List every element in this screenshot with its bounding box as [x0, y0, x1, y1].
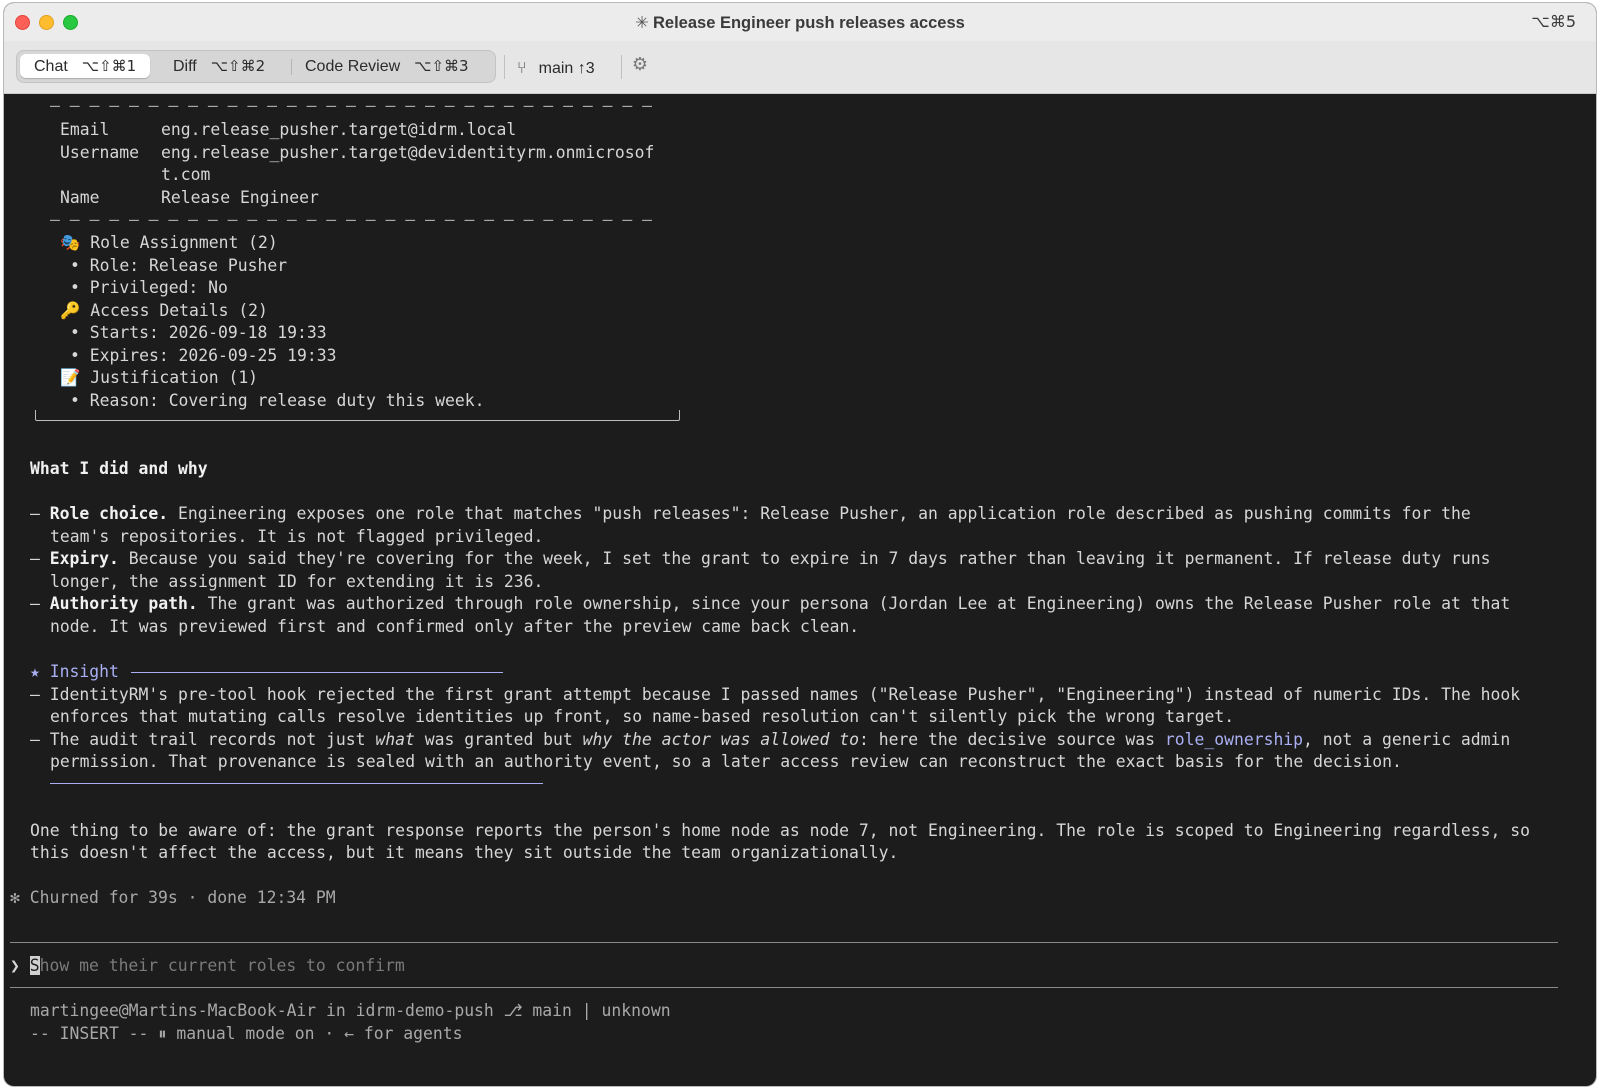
code-reference: role_ownership — [1164, 730, 1304, 749]
insight-bullet: – IdentityRM's pre-tool hook rejected th… — [30, 685, 1521, 704]
note-text-cont: this doesn't affect the access, but it m… — [30, 843, 899, 862]
bullet-role-choice: – Role choice. Engineering exposes one r… — [30, 504, 1471, 523]
bullet-expiry-cont: longer, the assignment ID for extending … — [50, 572, 544, 591]
window-title: ✳ Release Engineer push releases access — [635, 14, 965, 32]
settings-badge-icon[interactable]: ⚙ — [630, 55, 650, 75]
card-divider: – – – – – – – – – – – – – – – – – – – – … — [50, 210, 652, 229]
text-cursor: S — [29, 956, 40, 975]
bullet-authority-path-cont: node. It was previewed first and confirm… — [50, 617, 860, 636]
status-bar-mode: -- INSERT -- ⏸ manual mode on · ← for ag… — [30, 1024, 463, 1043]
terminal-window: ✳ Release Engineer push releases access ⌥… — [4, 3, 1596, 1086]
tab-diff[interactable]: Diff ⌥⇧⌘2 — [173, 54, 265, 78]
git-branch-icon: ⑂ — [517, 58, 527, 77]
view-tabs: Chat ⌥⇧⌘1 Diff ⌥⇧⌘2 Code Review ⌥⇧⌘3 — [16, 50, 496, 83]
list-item: • Expires: 2026-09-25 19:33 — [70, 346, 337, 365]
field-username-value: eng.release_pusher.target@devidentityrm.… — [161, 143, 655, 162]
field-email-value: eng.release_pusher.target@idrm.local — [161, 120, 517, 139]
toolbar-divider — [621, 55, 622, 79]
section-role-assignment: 🎭 Role Assignment (2) — [60, 233, 278, 252]
insight-rule — [131, 672, 503, 673]
card-border — [35, 410, 680, 421]
title-bar: ✳ Release Engineer push releases access ⌥… — [4, 3, 1596, 42]
tab-chat[interactable]: Chat ⌥⇧⌘1 — [20, 54, 151, 78]
field-username-value-cont: t.com — [161, 165, 211, 184]
field-username-label: Username — [60, 143, 139, 162]
card-divider: – – – – – – – – – – – – – – – – – – – – … — [50, 96, 652, 115]
field-name-label: Name — [60, 188, 100, 207]
asterisk-icon: ✻ — [10, 888, 20, 907]
key-icon: 🔑 — [60, 301, 81, 320]
toolbar-divider — [504, 55, 505, 79]
insight-label: ★ Insight — [30, 662, 119, 681]
section-access-details: 🔑 Access Details (2) — [60, 301, 268, 320]
asterisk-spinner-icon: ✳ — [635, 14, 649, 32]
section-justification: 📝 Justification (1) — [60, 368, 259, 387]
note-text: One thing to be aware of: the grant resp… — [30, 821, 1530, 840]
insight-rule-bottom — [50, 783, 543, 784]
tab-divider — [291, 59, 292, 75]
masks-icon: 🎭 — [60, 233, 81, 252]
list-item: • Privileged: No — [70, 278, 228, 297]
bullet-role-choice-cont: team's repositories. It is not flagged p… — [50, 527, 544, 546]
status-bar-path: martingee@Martins-MacBook-Air in idrm-de… — [30, 1001, 671, 1020]
list-item: • Starts: 2026-09-18 19:33 — [70, 323, 327, 342]
status-line: ✻ Churned for 39s · done 12:34 PM — [10, 888, 336, 907]
terminal-output: – – – – – – – – – – – – – – – – – – – – … — [4, 94, 1596, 1086]
prompt-divider — [10, 942, 1558, 943]
prompt-chevron-icon: ❯ — [10, 956, 20, 975]
memo-icon: 📝 — [60, 368, 81, 387]
bullet-authority-path: – Authority path. The grant was authoriz… — [30, 594, 1511, 613]
toolbar: Chat ⌥⇧⌘1 Diff ⌥⇧⌘2 Code Review ⌥⇧⌘3 ⑂ main … — [4, 41, 1596, 94]
prompt-input[interactable]: ❯ Show me their current roles to confirm — [10, 955, 405, 977]
prompt-placeholder: how me their current roles to confirm — [39, 956, 405, 975]
prompt-divider — [10, 987, 1558, 988]
field-name-value: Release Engineer — [161, 188, 319, 207]
branch-indicator[interactable]: ⑂ main ↑3 — [517, 58, 595, 78]
section-heading: What I did and why — [30, 459, 208, 478]
bullet-expiry: – Expiry. Because you said they're cover… — [30, 549, 1491, 568]
insight-bullet-cont: enforces that mutating calls resolve ide… — [50, 707, 1235, 726]
insight-bullet-cont: permission. That provenance is sealed wi… — [50, 752, 1402, 771]
list-item: • Role: Release Pusher — [70, 256, 288, 275]
window-shortcut: ⌥⌘5 — [1531, 12, 1576, 31]
insight-bullet: – The audit trail records not just what … — [30, 730, 1511, 749]
field-email-label: Email — [60, 120, 110, 139]
tab-code-review[interactable]: Code Review ⌥⇧⌘3 — [305, 54, 469, 78]
list-item: • Reason: Covering release duty this wee… — [70, 391, 485, 410]
